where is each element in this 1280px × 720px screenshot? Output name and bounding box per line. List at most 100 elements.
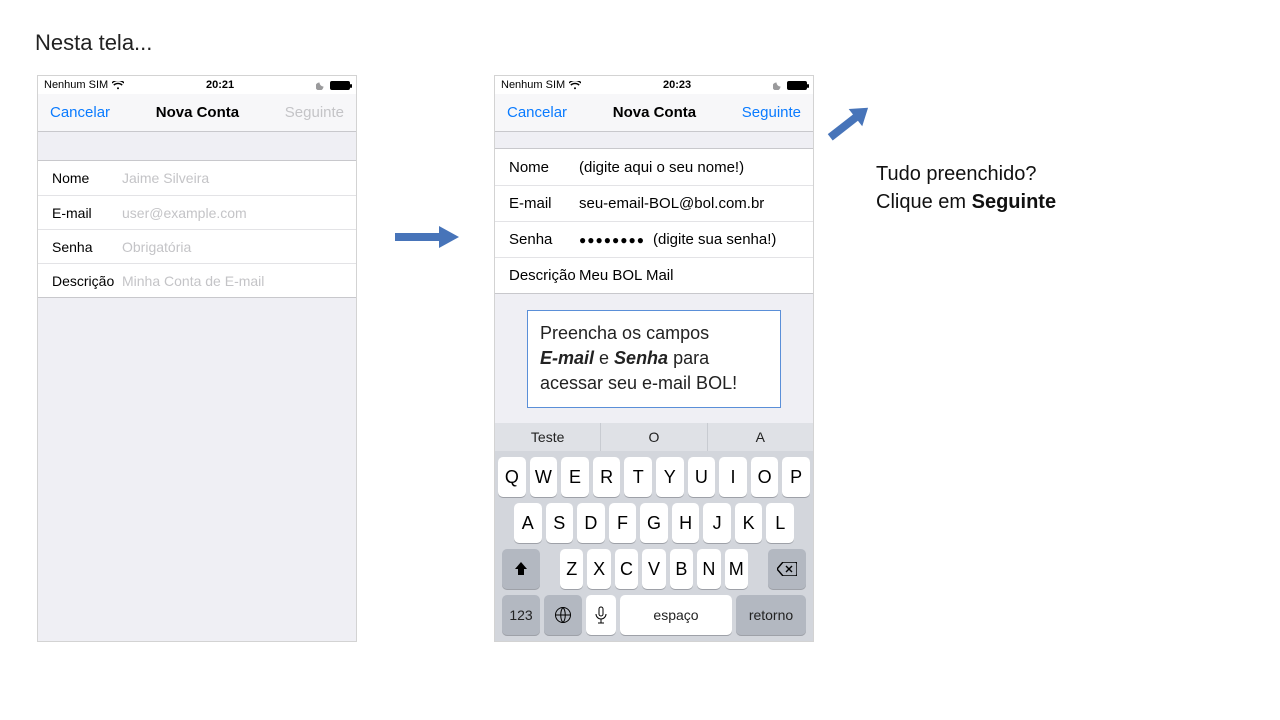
suggestion-1[interactable]: Teste [495,423,601,451]
row-email[interactable]: E-mail seu-email-BOL@bol.com.br [495,185,813,221]
key-z[interactable]: Z [560,549,583,589]
hint-password: (digite sua senha!) [653,231,776,248]
key-p[interactable]: P [782,457,810,497]
backspace-icon [777,562,797,576]
globe-icon [554,606,572,624]
key-h[interactable]: H [672,503,700,543]
key-b[interactable]: B [670,549,693,589]
key-y[interactable]: Y [656,457,684,497]
key-a[interactable]: A [514,503,542,543]
phone-before: Nenhum SIM 20:21 Cancelar Nova Conta Seg… [37,75,357,642]
ios-keyboard[interactable]: Teste O A Q W E R T Y U I O P A S D F G … [495,423,813,641]
key-return[interactable]: retorno [736,595,806,635]
callout-em-senha: Senha [614,348,668,368]
keyboard-row-1: Q W E R T Y U I O P [498,457,810,497]
key-i[interactable]: I [719,457,747,497]
arrow-right-icon [395,225,459,249]
carrier-text: Nenhum SIM [44,79,108,91]
key-x[interactable]: X [587,549,610,589]
key-shift[interactable] [502,549,540,589]
row-password[interactable]: Senha Obrigatória [38,229,356,263]
callout-instructions: Preencha os campos E-mail e Senha para a… [527,310,781,408]
nav-bar: Cancelar Nova Conta Seguinte [38,94,356,132]
cancel-button[interactable]: Cancelar [50,104,110,121]
key-g[interactable]: G [640,503,668,543]
label-email: E-mail [52,205,122,221]
account-form: Nome (digite aqui o seu nome!) E-mail se… [495,148,813,294]
row-description[interactable]: Descrição Meu BOL Mail [495,257,813,293]
row-name[interactable]: Nome Jaime Silveira [38,161,356,195]
cancel-button[interactable]: Cancelar [507,104,567,121]
suggestion-2[interactable]: O [601,423,707,451]
key-e[interactable]: E [561,457,589,497]
row-password[interactable]: Senha ●●●●●●●● (digite sua senha!) [495,221,813,257]
placeholder-description: Minha Conta de E-mail [122,273,264,289]
callout-l2b: para [668,348,709,368]
nav-bar: Cancelar Nova Conta Seguinte [495,94,813,132]
key-f[interactable]: F [609,503,637,543]
row-description[interactable]: Descrição Minha Conta de E-mail [38,263,356,297]
key-s[interactable]: S [546,503,574,543]
page-title: Nova Conta [156,104,239,121]
label-password: Senha [52,239,122,255]
keyboard-row-3: Z X C V B N M [498,549,810,589]
key-t[interactable]: T [624,457,652,497]
value-description: Meu BOL Mail [579,267,673,284]
annotation-line2a: Clique em [876,191,972,213]
label-password: Senha [509,231,579,248]
suggestion-3[interactable]: A [708,423,813,451]
phone-after: Nenhum SIM 20:23 Cancelar Nova Conta Seg… [494,75,814,642]
key-backspace[interactable] [768,549,806,589]
battery-icon [787,81,807,90]
annotation-text: Tudo preenchido? Clique em Seguinte [876,160,1056,216]
microphone-icon [595,606,607,624]
keyboard-row-2: A S D F G H J K L [498,503,810,543]
key-w[interactable]: W [530,457,558,497]
next-button[interactable]: Seguinte [742,104,801,121]
wifi-icon [112,81,124,90]
annotation-line2b: Seguinte [972,191,1056,213]
keyboard-row-bottom: 123 espaço retorno [498,595,810,635]
key-j[interactable]: J [703,503,731,543]
hint-name: (digite aqui o seu nome!) [579,159,744,176]
key-q[interactable]: Q [498,457,526,497]
callout-line1: Preencha os campos [540,323,709,343]
moon-icon [773,80,783,90]
key-123[interactable]: 123 [502,595,540,635]
callout-em-email: E-mail [540,348,594,368]
key-u[interactable]: U [688,457,716,497]
key-c[interactable]: C [615,549,638,589]
key-k[interactable]: K [735,503,763,543]
next-button[interactable]: Seguinte [285,104,344,121]
key-o[interactable]: O [751,457,779,497]
battery-icon [330,81,350,90]
key-l[interactable]: L [766,503,794,543]
wifi-icon [569,81,581,90]
label-name: Nome [509,159,579,176]
callout-mid: e [594,348,614,368]
arrow-diagonal-icon [818,95,874,155]
key-r[interactable]: R [593,457,621,497]
shift-icon [513,561,529,577]
label-description: Descrição [52,273,122,289]
status-time: 20:21 [206,79,234,91]
key-v[interactable]: V [642,549,665,589]
label-description: Descrição [509,267,579,284]
placeholder-email: user@example.com [122,205,247,221]
key-space[interactable]: espaço [620,595,732,635]
row-email[interactable]: E-mail user@example.com [38,195,356,229]
account-form: Nome Jaime Silveira E-mail user@example.… [38,160,356,298]
keyboard-suggestions[interactable]: Teste O A [495,423,813,451]
key-d[interactable]: D [577,503,605,543]
status-bar: Nenhum SIM 20:23 [495,76,813,94]
slide-title: Nesta tela... [35,30,152,56]
key-dictation[interactable] [586,595,616,635]
key-n[interactable]: N [697,549,720,589]
placeholder-password: Obrigatória [122,239,191,255]
placeholder-name: Jaime Silveira [122,170,209,186]
carrier-text: Nenhum SIM [501,79,565,91]
key-globe[interactable] [544,595,582,635]
row-name[interactable]: Nome (digite aqui o seu nome!) [495,149,813,185]
key-m[interactable]: M [725,549,748,589]
annotation-line1: Tudo preenchido? [876,163,1037,185]
